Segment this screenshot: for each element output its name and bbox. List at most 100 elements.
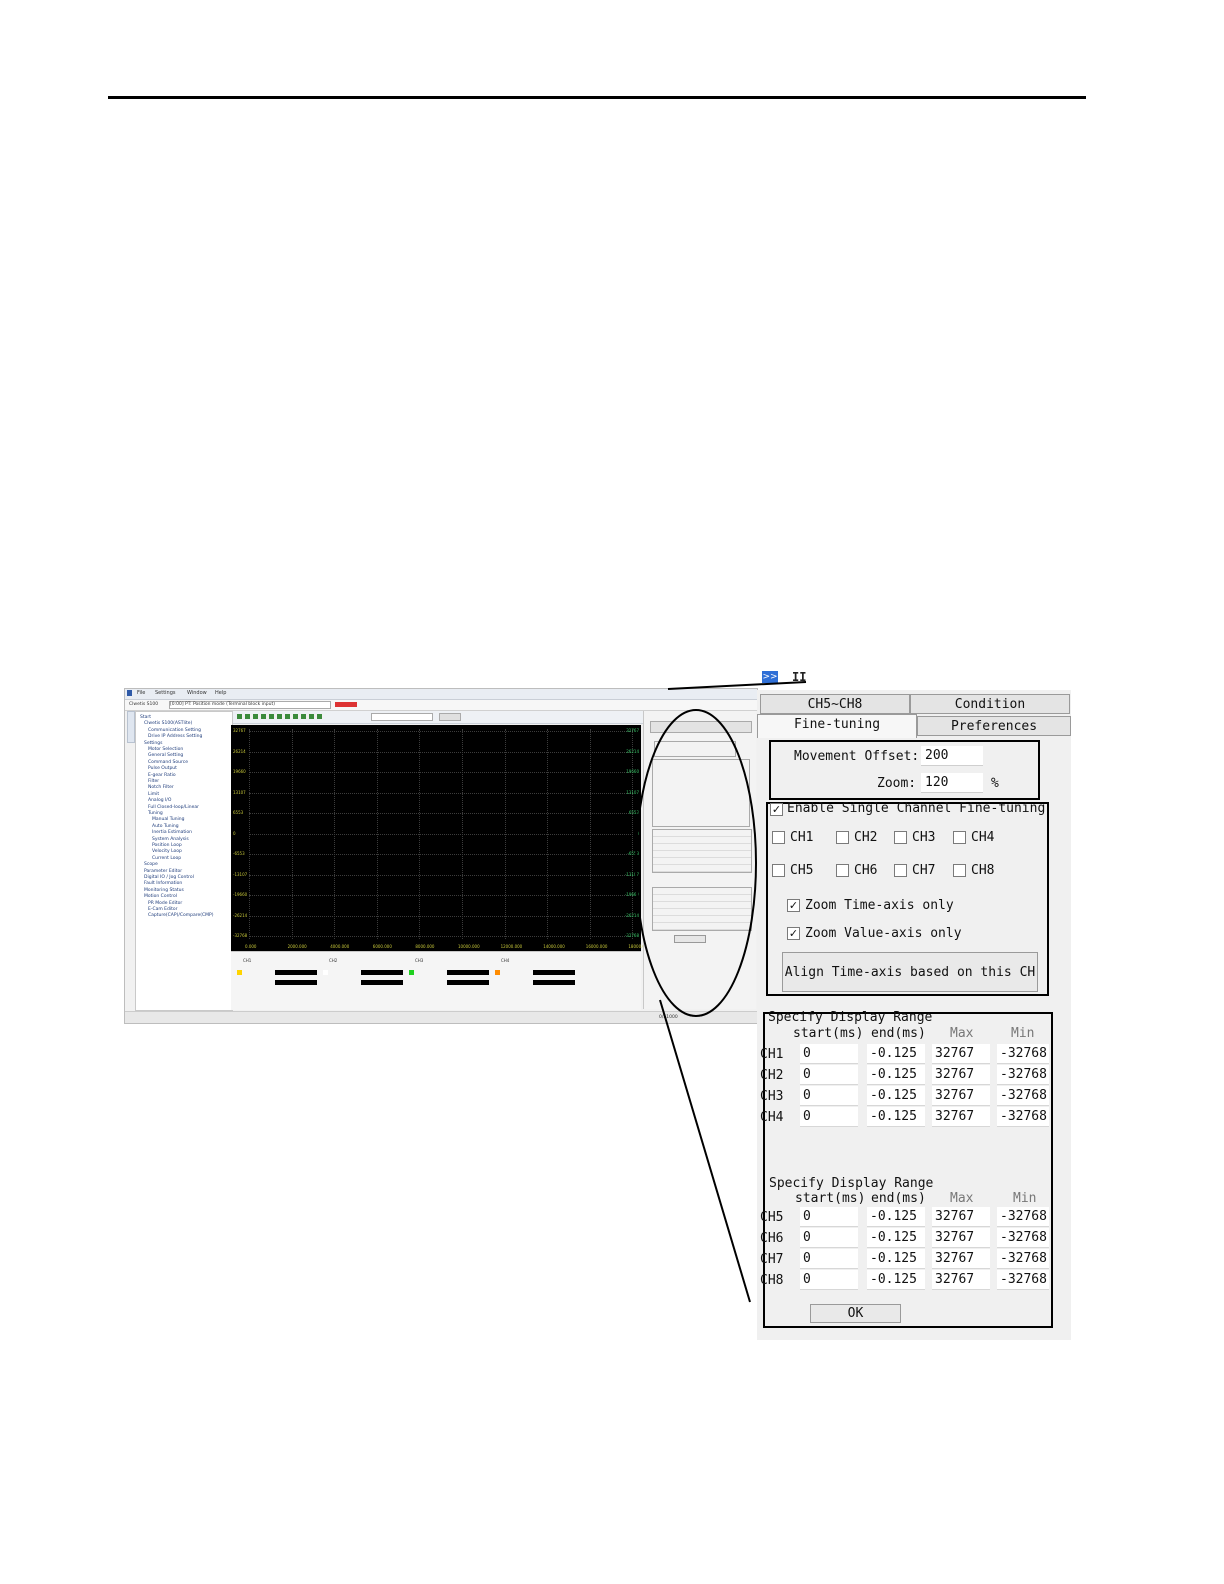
range-end-input[interactable]: -0.125 <box>867 1044 925 1064</box>
tree-item[interactable]: Limit <box>148 792 159 797</box>
tree-item[interactable]: Clwetis S100(ASTlite) <box>144 721 192 726</box>
zoom-value-axis-checkbox[interactable]: ✓ <box>787 927 800 940</box>
tree-item[interactable]: Motion Control <box>144 894 177 899</box>
range-start-input[interactable]: 0 <box>800 1065 858 1085</box>
ch1-checkbox[interactable] <box>772 831 785 844</box>
mini-tabs[interactable] <box>650 721 752 733</box>
channel-label[interactable]: CH1 <box>243 958 251 963</box>
range-end-input[interactable]: -0.125 <box>867 1228 925 1248</box>
range-start-input[interactable]: 0 <box>800 1086 858 1106</box>
range-start-input[interactable]: 0 <box>800 1228 858 1248</box>
toolbar-icons[interactable] <box>237 714 323 719</box>
channel-label[interactable]: CH2 <box>329 958 337 963</box>
tree-item[interactable]: Velocity Loop <box>152 849 182 854</box>
tree-item[interactable]: Tuning <box>148 811 163 816</box>
tree-item[interactable]: Drive IP Address Setting <box>148 734 202 739</box>
range-max-input[interactable]: 32767 <box>932 1044 990 1064</box>
align-time-axis-button[interactable]: Align Time-axis based on this CH <box>782 952 1038 992</box>
range-start-input[interactable]: 0 <box>800 1107 858 1127</box>
range-max-input[interactable]: 32767 <box>932 1207 990 1227</box>
ch3-checkbox[interactable] <box>894 831 907 844</box>
zoom-input[interactable]: 120 <box>921 773 983 793</box>
range-max-input[interactable]: 32767 <box>932 1086 990 1106</box>
tree-item[interactable]: Notch Filter <box>148 785 174 790</box>
movement-offset-input[interactable]: 200 <box>921 746 983 766</box>
range-end-input[interactable]: -0.125 <box>867 1270 925 1290</box>
tree-item[interactable]: Settings <box>144 741 162 746</box>
ch5-checkbox[interactable] <box>772 864 785 877</box>
ch7-checkbox[interactable] <box>894 864 907 877</box>
range-min-input[interactable]: -32768 <box>997 1270 1049 1290</box>
tree-item[interactable]: Analog I/O <box>148 798 171 803</box>
mode-select[interactable]: [0:00] PT: Position mode (Terminal block… <box>169 701 331 709</box>
tree-item[interactable]: Filter <box>148 779 159 784</box>
quick-view-select[interactable] <box>371 713 433 721</box>
ch4-checkbox[interactable] <box>953 831 966 844</box>
tree-item[interactable]: PR Mode Editor <box>148 901 182 906</box>
menu-item-settings[interactable]: Settings <box>155 690 176 696</box>
range-end-input[interactable]: -0.125 <box>867 1107 925 1127</box>
ok-button[interactable]: OK <box>810 1304 901 1323</box>
range-end-input[interactable]: -0.125 <box>867 1249 925 1269</box>
enable-single-channel-checkbox[interactable]: ✓ <box>770 803 783 816</box>
range-min-input[interactable]: -32768 <box>997 1107 1049 1127</box>
range-start-input[interactable]: 0 <box>800 1270 858 1290</box>
tree-item[interactable]: Position Loop <box>152 843 182 848</box>
tab-preferences[interactable]: Preferences <box>917 716 1071 736</box>
range-start-input[interactable]: 0 <box>800 1044 858 1064</box>
range-end-input[interactable]: -0.125 <box>867 1065 925 1085</box>
tree-item[interactable]: Parameter Editor <box>144 869 182 874</box>
channel-label[interactable]: CH3 <box>415 958 423 963</box>
channel-label[interactable]: CH4 <box>501 958 509 963</box>
range-min-input[interactable]: -32768 <box>997 1228 1049 1248</box>
tab-ch5-ch8[interactable]: CH5~CH8 <box>760 694 910 714</box>
tree-item[interactable]: Pulse Output <box>148 766 177 771</box>
range-max-input[interactable]: 32767 <box>932 1065 990 1085</box>
zoom-time-axis-checkbox[interactable]: ✓ <box>787 899 800 912</box>
tree-item[interactable]: Auto Tuning <box>152 824 179 829</box>
range-min-input[interactable]: -32768 <box>997 1065 1049 1085</box>
range-start-input[interactable]: 0 <box>800 1249 858 1269</box>
pause-icon[interactable]: II <box>792 670 806 684</box>
range-start-input[interactable]: 0 <box>800 1207 858 1227</box>
range-min-input[interactable]: -32768 <box>997 1207 1049 1227</box>
tree-item[interactable]: E-Cam Editor <box>148 907 178 912</box>
range-min-input[interactable]: -32768 <box>997 1044 1049 1064</box>
ch6-checkbox[interactable] <box>836 864 849 877</box>
scope-plot[interactable]: 32767 32767 26214 26214 19660 19660 13107 13107… <box>231 725 650 951</box>
tree-item[interactable]: General Setting <box>148 753 183 758</box>
tree-item[interactable]: E-gear Ratio <box>148 773 176 778</box>
tree-item[interactable]: Command Source <box>148 760 188 765</box>
tree-item[interactable]: Start <box>140 715 151 720</box>
range-end-input[interactable]: -0.125 <box>867 1207 925 1227</box>
load-button[interactable] <box>439 713 461 721</box>
menu-item-window[interactable]: Window <box>187 690 207 696</box>
tree-item[interactable]: Monitoring Status <box>144 888 184 893</box>
mini-ok-button[interactable] <box>674 935 706 943</box>
range-max-input[interactable]: 32767 <box>932 1107 990 1127</box>
side-collapse-strip[interactable] <box>127 711 135 743</box>
tree-item[interactable]: Manual Tuning <box>152 817 185 822</box>
range-max-input[interactable]: 32767 <box>932 1270 990 1290</box>
tree-item[interactable]: Motor Selection <box>148 747 183 752</box>
expand-icon[interactable]: >> <box>762 671 778 683</box>
tab-fine-tuning[interactable]: Fine-tuning <box>757 714 917 738</box>
range-max-input[interactable]: 32767 <box>932 1228 990 1248</box>
tree-item[interactable]: System Analysis <box>152 837 189 842</box>
range-end-input[interactable]: -0.125 <box>867 1086 925 1106</box>
tab-condition[interactable]: Condition <box>910 694 1070 714</box>
tree-item[interactable]: Digital IO / Jog Control <box>144 875 194 880</box>
tree-item[interactable]: Fault Information <box>144 881 182 886</box>
ch2-checkbox[interactable] <box>836 831 849 844</box>
tree-item[interactable]: Inertia Estimation <box>152 830 192 835</box>
range-min-input[interactable]: -32768 <box>997 1249 1049 1269</box>
tree-item[interactable]: Full Closed-loop/Linear <box>148 805 199 810</box>
menu-item-file[interactable]: File <box>137 690 145 696</box>
tree-item[interactable]: Communication Setting <box>148 728 201 733</box>
tree-item[interactable]: Current Loop <box>152 856 181 861</box>
ch8-checkbox[interactable] <box>953 864 966 877</box>
tree-item[interactable]: Capture(CAP)/Compare(CMP) <box>148 913 214 918</box>
menu-item-help[interactable]: Help <box>215 690 226 696</box>
tree-item[interactable]: Scope <box>144 862 158 867</box>
range-max-input[interactable]: 32767 <box>932 1249 990 1269</box>
